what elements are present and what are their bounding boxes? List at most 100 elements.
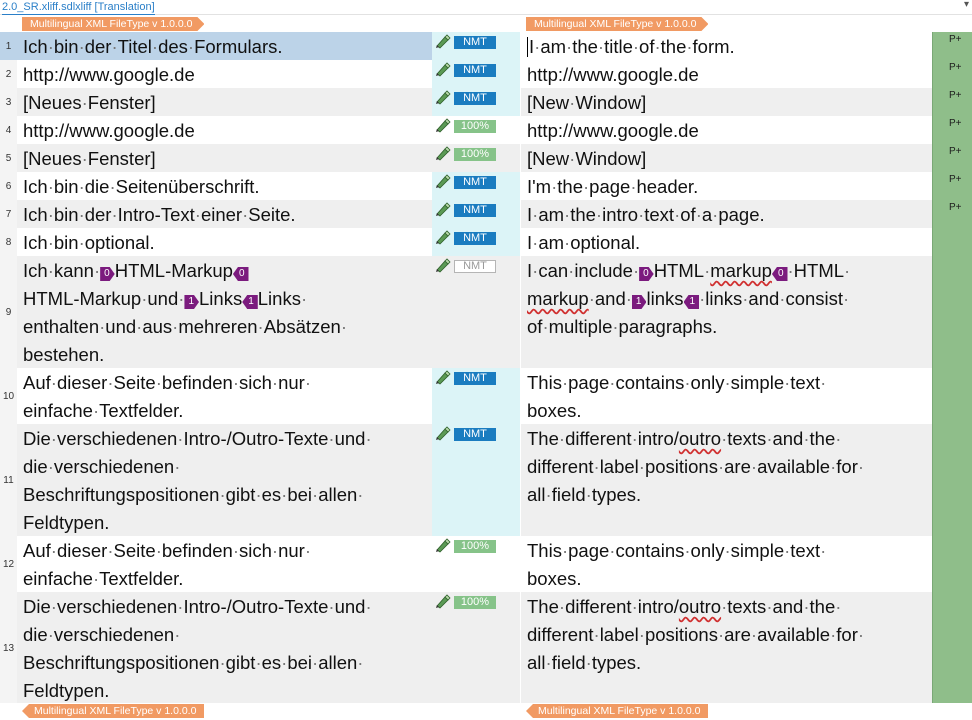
segment-number[interactable]: 3 bbox=[0, 88, 18, 116]
space-marker: · bbox=[255, 484, 262, 505]
target-segment[interactable]: The·different·intro/outro·texts·and·the·… bbox=[521, 424, 942, 536]
segment-number[interactable]: 4 bbox=[0, 116, 18, 144]
target-segment[interactable]: [New·Window] bbox=[521, 144, 942, 172]
inline-close-tag[interactable]: 0 bbox=[771, 267, 788, 281]
source-line: Feldtypen. bbox=[23, 512, 110, 533]
segment-row[interactable]: 2 http://www.google.de NMT http://www.googl… bbox=[0, 60, 972, 88]
segment-number[interactable]: 10 bbox=[0, 368, 18, 424]
segment-number[interactable]: 5 bbox=[0, 144, 18, 172]
segment-status-cell[interactable]: P+ bbox=[932, 172, 972, 200]
target-segment[interactable]: http://www.google.de bbox=[521, 60, 942, 88]
source-segment[interactable]: Ich·kann· 0 HTML-Markup 0 HTML-Markup·und· 1 L… bbox=[17, 256, 440, 368]
spellcheck-word[interactable]: markup bbox=[710, 260, 772, 281]
source-segment[interactable]: [Neues·Fenster] bbox=[17, 88, 440, 116]
inline-open-tag[interactable]: 0 bbox=[639, 267, 654, 281]
segment-row[interactable]: 4 http://www.google.de 100% http://www.goog… bbox=[0, 116, 972, 144]
inline-close-tag[interactable]: 1 bbox=[242, 295, 258, 309]
target-segment[interactable]: I·can·include· 0 HTML·markup 0 ·HTML· markup·… bbox=[521, 256, 942, 368]
segment-status-cell[interactable] bbox=[932, 228, 972, 256]
space-marker: · bbox=[631, 596, 638, 617]
spellcheck-word[interactable]: markup bbox=[527, 288, 589, 309]
space-marker: · bbox=[136, 316, 143, 337]
segment-status-cell[interactable] bbox=[932, 536, 972, 592]
source-segment[interactable]: [Neues·Fenster] bbox=[17, 144, 440, 172]
segment-status-cell[interactable]: P+ bbox=[932, 88, 972, 116]
source-segment[interactable]: Die·verschiedenen·Intro-/Outro-Texte·und… bbox=[17, 592, 440, 704]
edit-pen-icon bbox=[436, 538, 451, 553]
inline-close-tag[interactable]: 0 bbox=[232, 267, 249, 281]
segment-status-cell[interactable]: P+ bbox=[932, 144, 972, 172]
segment-row[interactable]: 11 Die·verschiedenen·Intro-/Outro-Texte·u… bbox=[0, 424, 972, 536]
document-tab[interactable]: 2.0_SR.xliff.sdlxliff [Translation] bbox=[2, 0, 155, 15]
source-segment[interactable]: Auf·dieser·Seite·befinden·sich·nur· einfa… bbox=[17, 536, 440, 592]
segment-status-cell[interactable] bbox=[932, 368, 972, 424]
target-segment[interactable]: This·page·contains·only·simple·text· boxe… bbox=[521, 536, 942, 592]
segment-number[interactable]: 2 bbox=[0, 60, 18, 88]
inline-open-tag[interactable]: 1 bbox=[184, 295, 199, 309]
segment-row[interactable]: 10 Auf·dieser·Seite·befinden·sich·nur· ein… bbox=[0, 368, 972, 424]
segment-number[interactable]: 12 bbox=[0, 536, 18, 592]
scroll-menu-icon[interactable]: ▾ bbox=[964, 0, 969, 10]
origin-badge: NMT bbox=[454, 428, 496, 441]
target-segment[interactable]: This·page·contains·only·simple·text· boxe… bbox=[521, 368, 942, 424]
space-marker: · bbox=[638, 456, 645, 477]
space-marker: · bbox=[78, 36, 85, 57]
target-segment[interactable]: I'm·the·page·header. bbox=[521, 172, 942, 200]
segment-status-cell[interactable]: P+ bbox=[932, 200, 972, 228]
inline-open-tag[interactable]: 0 bbox=[100, 267, 115, 281]
target-line: [New·Window] bbox=[527, 148, 647, 169]
space-marker: · bbox=[107, 372, 114, 393]
segment-status-cell[interactable]: P+ bbox=[932, 116, 972, 144]
source-line: [Neues·Fenster] bbox=[23, 148, 156, 169]
source-segment[interactable]: Auf·dieser·Seite·befinden·sich·nur· einfa… bbox=[17, 368, 440, 424]
segment-row[interactable]: 1 Ich·bin·der·Titel·des·Formulars. NMT I·am… bbox=[0, 32, 972, 60]
segment-number[interactable]: 7 bbox=[0, 200, 18, 228]
space-marker: · bbox=[365, 428, 372, 449]
source-segment[interactable]: http://www.google.de bbox=[17, 60, 440, 88]
segment-row[interactable]: 7 Ich·bin·der·Intro-Text·einer·Seite. NMT I… bbox=[0, 200, 972, 228]
segment-row[interactable]: 5 [Neues·Fenster] 100% [New·Window] P+ bbox=[0, 144, 972, 172]
segment-row[interactable]: 8 Ich·bin·optional. NMT I·am·optional. bbox=[0, 228, 972, 256]
segment-status-cell[interactable] bbox=[932, 256, 972, 368]
inline-open-tag[interactable]: 1 bbox=[632, 295, 647, 309]
segment-status-cell[interactable]: P+ bbox=[932, 32, 972, 60]
segment-row[interactable]: 9 Ich·kann· 0 HTML-Markup 0 HTML-Markup·und· 1… bbox=[0, 256, 972, 368]
segment-row[interactable]: 3 [Neues·Fenster] NMT [New·Window] P+ bbox=[0, 88, 972, 116]
source-segment[interactable]: Die·verschiedenen·Intro-/Outro-Texte·und… bbox=[17, 424, 440, 536]
segment-number[interactable]: 11 bbox=[0, 424, 18, 536]
source-segment[interactable]: Ich·bin·der·Titel·des·Formulars. bbox=[17, 32, 440, 60]
space-marker: · bbox=[724, 540, 731, 561]
translation-origin-cell: NMT bbox=[432, 88, 520, 116]
spellcheck-word[interactable]: outro bbox=[679, 596, 721, 617]
source-segment[interactable]: http://www.google.de bbox=[17, 116, 440, 144]
source-segment[interactable]: Ich·bin·der·Intro-Text·einer·Seite. bbox=[17, 200, 440, 228]
segment-row[interactable]: 6 Ich·bin·die·Seitenüberschrift. NMT I'm·th… bbox=[0, 172, 972, 200]
target-segment[interactable]: I·am·the·intro·text·of·a·page. bbox=[521, 200, 942, 228]
segment-number[interactable]: 9 bbox=[0, 256, 18, 368]
segment-row[interactable]: 13 Die·verschiedenen·Intro-/Outro-Texte·u… bbox=[0, 592, 972, 704]
source-segment[interactable]: Ich·bin·optional. bbox=[17, 228, 440, 256]
source-line: Die·verschiedenen·Intro-/Outro-Texte·und… bbox=[23, 596, 372, 617]
target-segment[interactable]: The·different·intro/outro·texts·and·the·… bbox=[521, 592, 942, 704]
segment-status-cell[interactable]: P+ bbox=[932, 60, 972, 88]
inline-close-tag[interactable]: 1 bbox=[683, 295, 700, 309]
space-marker: · bbox=[300, 288, 308, 309]
segment-number[interactable]: 1 bbox=[0, 32, 18, 60]
translation-origin-cell: NMT bbox=[432, 32, 520, 60]
segment-row[interactable]: 12 Auf·dieser·Seite·befinden·sich·nur· ein… bbox=[0, 536, 972, 592]
target-line: I·can·include· 0 HTML·markup 0 ·HTML· bbox=[527, 260, 851, 281]
segment-number[interactable]: 6 bbox=[0, 172, 18, 200]
source-segment[interactable]: Ich·bin·die·Seitenüberschrift. bbox=[17, 172, 440, 200]
segment-number[interactable]: 8 bbox=[0, 228, 18, 256]
target-segment[interactable]: [New·Window] bbox=[521, 88, 942, 116]
target-segment[interactable]: I·am·optional. bbox=[521, 228, 942, 256]
spellcheck-word[interactable]: outro bbox=[679, 428, 721, 449]
space-marker: · bbox=[219, 652, 226, 673]
segment-status-cell[interactable] bbox=[932, 592, 972, 704]
segment-number[interactable]: 13 bbox=[0, 592, 18, 704]
target-line: I'm·the·page·header. bbox=[527, 176, 699, 197]
target-segment[interactable]: I·am·the·title·of·the·form. bbox=[521, 32, 942, 60]
target-segment[interactable]: http://www.google.de bbox=[521, 116, 942, 144]
segment-status-cell[interactable] bbox=[932, 424, 972, 536]
source-line: Ich·kann· 0 HTML-Markup 0 bbox=[23, 257, 436, 285]
